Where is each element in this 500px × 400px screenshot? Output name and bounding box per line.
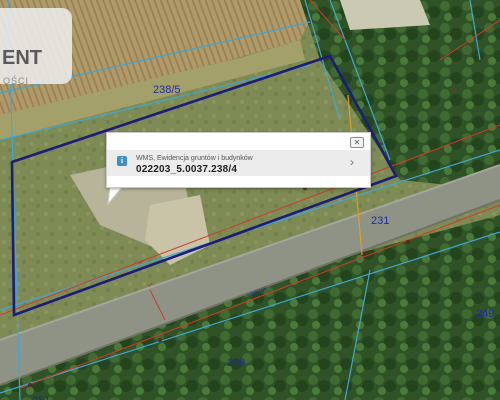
feature-result-row[interactable]: i WMS, Ewidencja gruntów i budynków 0222… xyxy=(107,150,370,176)
parcel-label-251: 251 xyxy=(32,395,50,400)
chevron-right-icon[interactable]: › xyxy=(350,155,354,169)
logo-main-text: ENT xyxy=(2,47,42,69)
layer-name: WMS, Ewidencja gruntów i budynków xyxy=(136,155,253,162)
popup-header: ✕ xyxy=(107,133,370,150)
map-viewer[interactable]: 238/5 231 248 249 251 1 1 1 1 WMS100 ENT… xyxy=(0,0,500,400)
light-patch-north xyxy=(340,0,430,30)
parcel-label-249: 249 xyxy=(476,308,494,320)
close-icon[interactable]: ✕ xyxy=(350,137,364,148)
parcel-id: 022203_5.0037.238/4 xyxy=(136,164,238,175)
parcel-label-238-5: 238/5 xyxy=(153,84,181,96)
feature-info-popup: ✕ i WMS, Ewidencja gruntów i budynków 02… xyxy=(106,132,371,188)
map-canvas[interactable]: 238/5 231 248 249 251 1 1 1 1 WMS100 xyxy=(0,0,500,400)
brand-logo: ENT OŚCI xyxy=(0,8,72,84)
parcel-label-248: 248 xyxy=(227,357,245,369)
info-icon: i xyxy=(117,156,127,166)
logo-sub-text: OŚCI xyxy=(3,76,30,84)
parcel-label-231: 231 xyxy=(371,215,389,227)
